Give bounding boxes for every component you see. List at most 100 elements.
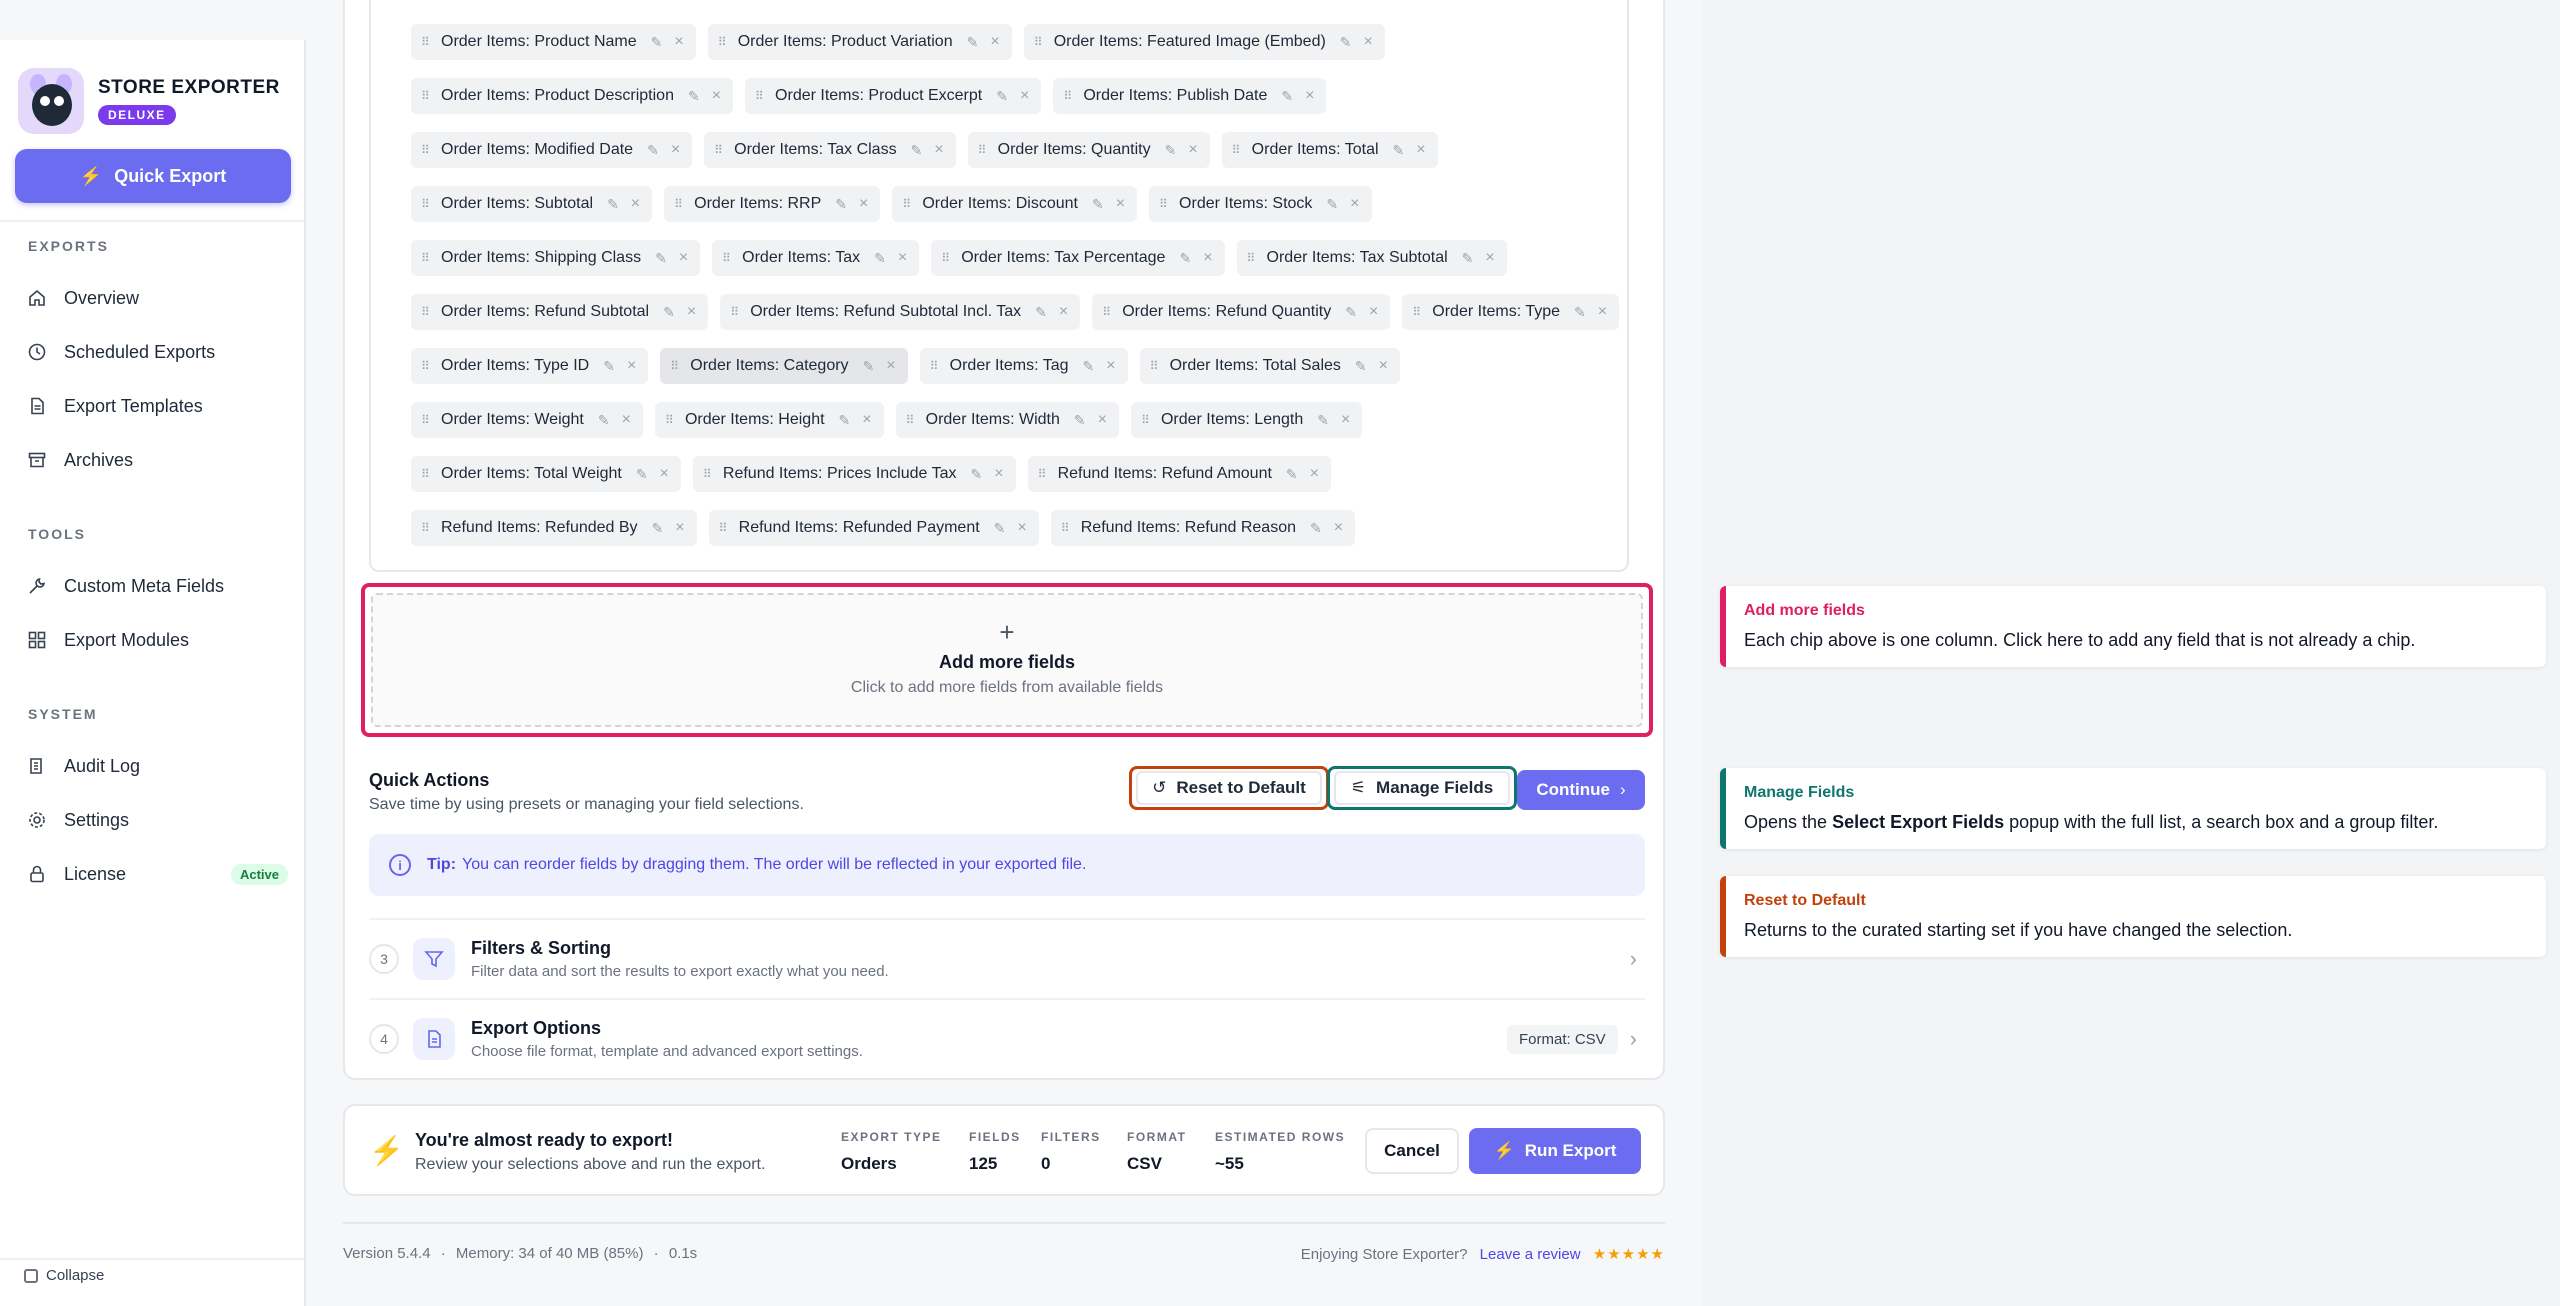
field-chip[interactable]: ⠿ Order Items: Modified Date ✎ × (411, 132, 693, 168)
drag-handle-icon[interactable]: ⠿ (665, 414, 674, 426)
edit-icon[interactable]: ✎ (911, 142, 923, 159)
drag-handle-icon[interactable]: ⠿ (1232, 144, 1241, 156)
reset-to-default-button[interactable]: ↺ Reset to Default (1129, 766, 1329, 810)
edit-icon[interactable]: ✎ (1326, 196, 1338, 213)
drag-handle-icon[interactable]: ⠿ (1061, 522, 1070, 534)
remove-icon[interactable]: × (1188, 141, 1197, 159)
manage-fields-button[interactable]: ⚟ Manage Fields (1327, 766, 1517, 810)
field-chip[interactable]: ⠿ Order Items: Publish Date ✎ × (1053, 78, 1327, 114)
edit-icon[interactable]: ✎ (1083, 358, 1095, 375)
edit-icon[interactable]: ✎ (655, 250, 667, 267)
add-more-fields-area[interactable]: + Add more fields Click to add more fiel… (361, 583, 1653, 737)
drag-handle-icon[interactable]: ⠿ (421, 306, 430, 318)
remove-icon[interactable]: × (1116, 195, 1125, 213)
drag-handle-icon[interactable]: ⠿ (1034, 36, 1043, 48)
remove-icon[interactable]: × (1379, 357, 1388, 375)
remove-icon[interactable]: × (671, 141, 680, 159)
leave-review-link[interactable]: Leave a review (1480, 1246, 1581, 1263)
remove-icon[interactable]: × (886, 357, 895, 375)
drag-handle-icon[interactable]: ⠿ (421, 468, 430, 480)
field-chip[interactable]: ⠿ Order Items: Shipping Class ✎ × (411, 240, 701, 276)
sidebar-item-scheduled-exports[interactable]: Scheduled Exports (28, 334, 288, 370)
edit-icon[interactable]: ✎ (863, 358, 875, 375)
remove-icon[interactable]: × (1341, 411, 1350, 429)
field-chip[interactable]: ⠿ Refund Items: Refund Amount ✎ × (1027, 456, 1331, 492)
drag-handle-icon[interactable]: ⠿ (1150, 360, 1159, 372)
edit-icon[interactable]: ✎ (1074, 412, 1086, 429)
edit-icon[interactable]: ✎ (1281, 88, 1293, 105)
remove-icon[interactable]: × (1017, 519, 1026, 537)
drag-handle-icon[interactable]: ⠿ (906, 414, 915, 426)
field-chip[interactable]: ⠿ Refund Items: Refund Reason ✎ × (1050, 510, 1356, 546)
drag-handle-icon[interactable]: ⠿ (719, 522, 728, 534)
run-export-button[interactable]: ⚡ Run Export (1469, 1128, 1641, 1174)
edit-icon[interactable]: ✎ (994, 520, 1006, 537)
remove-icon[interactable]: × (679, 249, 688, 267)
remove-icon[interactable]: × (1059, 303, 1068, 321)
drag-handle-icon[interactable]: ⠿ (755, 90, 764, 102)
field-chip[interactable]: ⠿ Order Items: Refund Subtotal Incl. Tax ✎… (720, 294, 1081, 330)
step-export-options[interactable]: 4 Export Options Choose file format, tem… (369, 998, 1645, 1078)
edit-icon[interactable]: ✎ (1355, 358, 1367, 375)
drag-handle-icon[interactable]: ⠿ (902, 198, 911, 210)
field-chip[interactable]: ⠿ Order Items: Product Name ✎ × (411, 24, 696, 60)
field-chip[interactable]: ⠿ Refund Items: Prices Include Tax ✎ × (692, 456, 1016, 492)
remove-icon[interactable]: × (1305, 87, 1314, 105)
remove-icon[interactable]: × (687, 303, 696, 321)
drag-handle-icon[interactable]: ⠿ (1412, 306, 1421, 318)
drag-handle-icon[interactable]: ⠿ (718, 36, 727, 48)
drag-handle-icon[interactable]: ⠿ (722, 252, 731, 264)
field-chip[interactable]: ⠿ Order Items: Length ✎ × (1130, 402, 1363, 438)
field-chip[interactable]: ⠿ Order Items: Tax Subtotal ✎ × (1236, 240, 1507, 276)
edit-icon[interactable]: ✎ (1393, 142, 1405, 159)
field-chip[interactable]: ⠿ Order Items: Tax ✎ × (712, 240, 920, 276)
sidebar-item-settings[interactable]: Settings (28, 802, 288, 838)
drag-handle-icon[interactable]: ⠿ (421, 36, 430, 48)
sidebar-item-license[interactable]: License Active (28, 856, 288, 892)
edit-icon[interactable]: ✎ (598, 412, 610, 429)
edit-icon[interactable]: ✎ (688, 88, 700, 105)
sidebar-item-export-templates[interactable]: Export Templates (28, 388, 288, 424)
field-chip[interactable]: ⠿ Order Items: Refund Subtotal ✎ × (411, 294, 709, 330)
edit-icon[interactable]: ✎ (1462, 250, 1474, 267)
remove-icon[interactable]: × (1106, 357, 1115, 375)
drag-handle-icon[interactable]: ⠿ (1159, 198, 1168, 210)
field-chip[interactable]: ⠿ Order Items: Total ✎ × (1221, 132, 1438, 168)
remove-icon[interactable]: × (1369, 303, 1378, 321)
edit-icon[interactable]: ✎ (651, 34, 663, 51)
field-chip[interactable]: ⠿ Order Items: Total Sales ✎ × (1139, 348, 1400, 384)
field-chip[interactable]: ⠿ Order Items: Tax Percentage ✎ × (931, 240, 1225, 276)
remove-icon[interactable]: × (674, 33, 683, 51)
field-chip[interactable]: ⠿ Refund Items: Refunded Payment ✎ × (708, 510, 1039, 546)
remove-icon[interactable]: × (1310, 465, 1319, 483)
remove-icon[interactable]: × (631, 195, 640, 213)
drag-handle-icon[interactable]: ⠿ (421, 90, 430, 102)
sidebar-item-custom-meta-fields[interactable]: Custom Meta Fields (28, 568, 288, 604)
field-chip[interactable]: ⠿ Order Items: Product Description ✎ × (411, 78, 734, 114)
field-chip[interactable]: ⠿ Order Items: Height ✎ × (654, 402, 884, 438)
drag-handle-icon[interactable]: ⠿ (978, 144, 987, 156)
remove-icon[interactable]: × (898, 249, 907, 267)
remove-icon[interactable]: × (1098, 411, 1107, 429)
field-chip[interactable]: ⠿ Order Items: RRP ✎ × (664, 186, 881, 222)
drag-handle-icon[interactable]: ⠿ (703, 468, 712, 480)
remove-icon[interactable]: × (627, 357, 636, 375)
field-chip[interactable]: ⠿ Order Items: Quantity ✎ × (967, 132, 1210, 168)
edit-icon[interactable]: ✎ (1092, 196, 1104, 213)
remove-icon[interactable]: × (1416, 141, 1425, 159)
quick-export-button[interactable]: ⚡ Quick Export (15, 149, 291, 203)
sidebar-item-archives[interactable]: Archives (28, 442, 288, 478)
drag-handle-icon[interactable]: ⠿ (421, 198, 430, 210)
edit-icon[interactable]: ✎ (1574, 304, 1586, 321)
remove-icon[interactable]: × (1364, 33, 1373, 51)
edit-icon[interactable]: ✎ (607, 196, 619, 213)
remove-icon[interactable]: × (990, 33, 999, 51)
drag-handle-icon[interactable]: ⠿ (421, 414, 430, 426)
field-chip[interactable]: ⠿ Order Items: Tag ✎ × (919, 348, 1128, 384)
remove-icon[interactable]: × (622, 411, 631, 429)
drag-handle-icon[interactable]: ⠿ (1102, 306, 1111, 318)
step-filters-sorting[interactable]: 3 Filters & Sorting Filter data and sort… (369, 918, 1645, 998)
field-chip[interactable]: ⠿ Order Items: Refund Quantity ✎ × (1092, 294, 1391, 330)
remove-icon[interactable]: × (1350, 195, 1359, 213)
field-chip[interactable]: ⠿ Order Items: Weight ✎ × (411, 402, 643, 438)
